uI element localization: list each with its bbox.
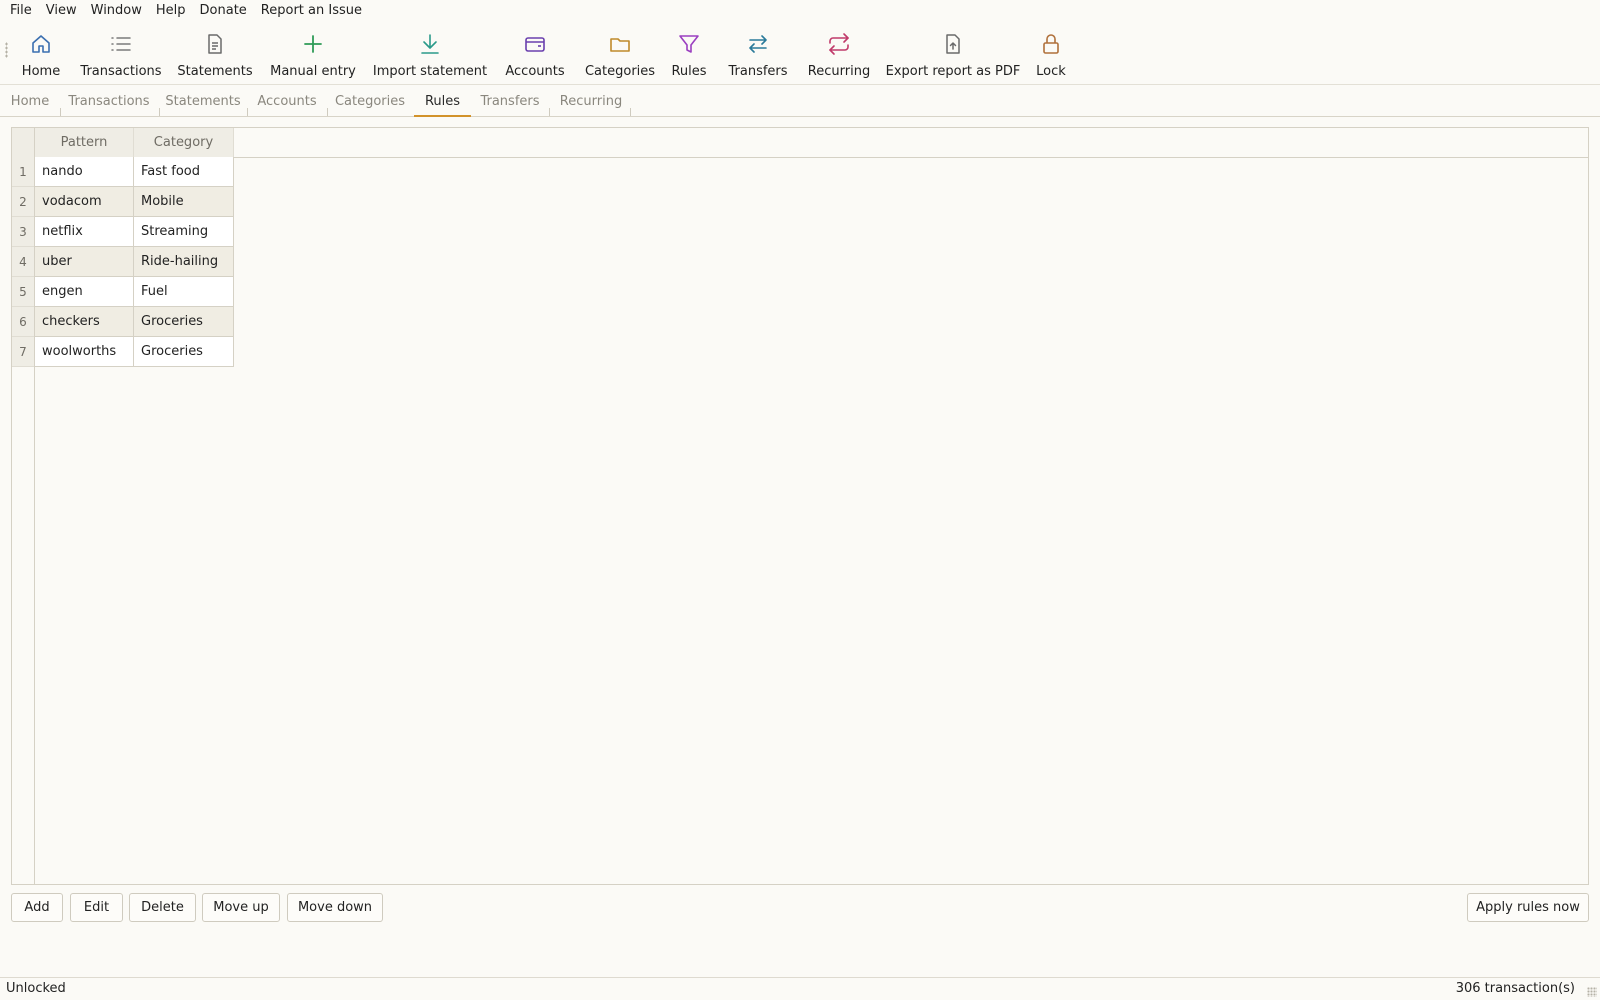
toolbar-rules-button[interactable]: Rules xyxy=(671,22,707,82)
list-icon xyxy=(111,37,131,51)
wallet-icon xyxy=(525,37,545,52)
menu-donate[interactable]: Donate xyxy=(193,1,254,21)
tab-statements[interactable]: Statements xyxy=(162,89,244,117)
tab-separator xyxy=(247,108,248,116)
delete-rule-button[interactable]: Delete xyxy=(129,893,196,922)
add-rule-button[interactable]: Add xyxy=(11,893,63,922)
toolbar-manual-entry-label: Manual entry xyxy=(270,64,356,79)
toolbar-transactions-label: Transactions xyxy=(80,64,162,79)
tab-separator xyxy=(327,108,328,116)
toolbar-lock-button[interactable]: Lock xyxy=(1036,22,1066,82)
cell-pattern[interactable]: netflix xyxy=(35,217,134,247)
filter-icon xyxy=(679,35,699,53)
menu-view[interactable]: View xyxy=(39,1,84,21)
row-number[interactable]: 3 xyxy=(12,217,34,247)
tab-categories[interactable]: Categories xyxy=(330,89,410,117)
toolbar-transfers-label: Transfers xyxy=(728,64,788,79)
cell-category[interactable]: Streaming xyxy=(134,217,234,247)
toolbar-export-pdf-label: Export report as PDF xyxy=(885,64,1021,79)
tab-separator xyxy=(60,108,61,116)
column-header-pattern[interactable]: Pattern xyxy=(35,128,134,157)
apply-rules-button[interactable]: Apply rules now xyxy=(1467,893,1589,922)
table-corner-button[interactable] xyxy=(12,128,35,157)
toolbar-home-button[interactable]: Home xyxy=(18,22,64,82)
cell-category[interactable]: Ride-hailing xyxy=(134,247,234,277)
cell-category[interactable]: Groceries xyxy=(134,307,234,337)
toolbar-transfers-button[interactable]: Transfers xyxy=(728,22,788,82)
column-header-category[interactable]: Category xyxy=(134,128,234,157)
cell-pattern[interactable]: engen xyxy=(35,277,134,307)
tab-separator xyxy=(630,108,631,116)
tab-recurring[interactable]: Recurring xyxy=(552,89,630,117)
lock-icon xyxy=(1043,34,1059,54)
transfer-icon xyxy=(749,35,767,53)
toolbar-import-statement-button[interactable]: Import statement xyxy=(373,22,487,82)
cell-pattern[interactable]: uber xyxy=(35,247,134,277)
tab-transfers[interactable]: Transfers xyxy=(474,89,546,117)
rules-table[interactable]: Pattern Category 1 nando Fast food 2 vod… xyxy=(11,127,1589,885)
row-number[interactable]: 1 xyxy=(12,157,34,187)
toolbar-recurring-label: Recurring xyxy=(807,64,871,79)
menu-report-issue[interactable]: Report an Issue xyxy=(254,1,369,21)
table-header: Pattern Category xyxy=(12,128,1588,158)
cell-pattern[interactable]: vodacom xyxy=(35,187,134,217)
cell-pattern[interactable]: nando xyxy=(35,157,134,187)
tab-rules[interactable]: Rules xyxy=(414,89,471,117)
status-bar: Unlocked 306 transaction(s) xyxy=(0,977,1600,1000)
toolbar-transactions-button[interactable]: Transactions xyxy=(80,22,162,82)
toolbar-categories-label: Categories xyxy=(584,64,656,79)
toolbar-manual-entry-button[interactable]: Manual entry xyxy=(270,22,356,82)
export-file-icon xyxy=(946,34,960,54)
menu-help[interactable]: Help xyxy=(149,1,193,21)
toolbar-accounts-label: Accounts xyxy=(505,64,565,79)
resize-grip[interactable] xyxy=(1587,987,1597,997)
row-number[interactable]: 7 xyxy=(12,337,34,367)
row-number[interactable]: 6 xyxy=(12,307,34,337)
cell-pattern[interactable]: woolworths xyxy=(35,337,134,367)
document-icon xyxy=(208,34,222,54)
edit-rule-button[interactable]: Edit xyxy=(70,893,123,922)
plus-icon xyxy=(304,35,322,53)
toolbar-categories-button[interactable]: Categories xyxy=(585,22,655,82)
transaction-count-text: 306 transaction(s) xyxy=(1455,981,1575,996)
toolbar-statements-button[interactable]: Statements xyxy=(177,22,253,82)
cell-category[interactable]: Groceries xyxy=(134,337,234,367)
toolbar-accounts-button[interactable]: Accounts xyxy=(505,22,565,82)
cell-category[interactable]: Mobile xyxy=(134,187,234,217)
row-number[interactable]: 4 xyxy=(12,247,34,277)
tab-home[interactable]: Home xyxy=(4,89,56,117)
toolbar: Home Transactions Statements Manual entr… xyxy=(0,22,1600,85)
folder-icon xyxy=(610,38,630,52)
tab-transactions[interactable]: Transactions xyxy=(63,89,155,117)
tab-separator xyxy=(549,108,550,116)
toolbar-rules-label: Rules xyxy=(671,64,707,79)
menu-window[interactable]: Window xyxy=(84,1,149,21)
cell-category[interactable]: Fast food xyxy=(134,157,234,187)
download-icon xyxy=(421,34,439,54)
cell-category[interactable]: Fuel xyxy=(134,277,234,307)
tab-accounts[interactable]: Accounts xyxy=(250,89,324,117)
toolbar-lock-label: Lock xyxy=(1036,64,1066,79)
move-down-button[interactable]: Move down xyxy=(287,893,383,922)
menu-file[interactable]: File xyxy=(3,1,39,21)
toolbar-grip[interactable] xyxy=(5,42,8,58)
lock-status-text: Unlocked xyxy=(6,981,66,996)
toolbar-statements-label: Statements xyxy=(177,64,253,79)
toolbar-export-pdf-button[interactable]: Export report as PDF xyxy=(886,22,1020,82)
tab-bar: Home Transactions Statements Accounts Ca… xyxy=(0,89,1600,117)
toolbar-home-label: Home xyxy=(21,64,61,79)
tab-separator xyxy=(159,108,160,116)
home-icon xyxy=(32,35,50,53)
move-up-button[interactable]: Move up xyxy=(202,893,280,922)
cell-pattern[interactable]: checkers xyxy=(35,307,134,337)
toolbar-recurring-button[interactable]: Recurring xyxy=(807,22,871,82)
row-number[interactable]: 2 xyxy=(12,187,34,217)
row-number[interactable]: 5 xyxy=(12,277,34,307)
menu-bar: File View Window Help Donate Report an I… xyxy=(0,0,1600,22)
toolbar-import-statement-label: Import statement xyxy=(372,64,488,79)
repeat-icon xyxy=(829,33,849,55)
